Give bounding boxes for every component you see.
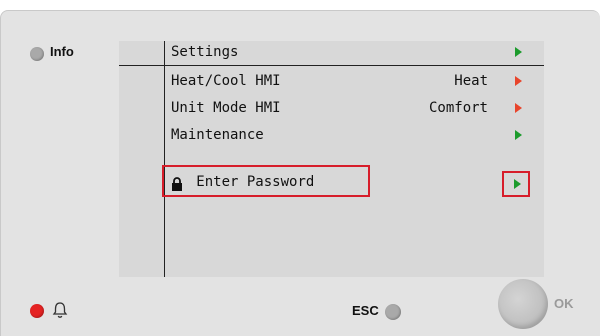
menu-item-value: Comfort (428, 100, 488, 116)
menu-item-label: Unit Mode HMI (171, 100, 281, 116)
ok-knob[interactable] (498, 279, 548, 329)
hmi-panel: Info Settings Heat/Cool HMI Heat Unit Mo… (0, 10, 600, 336)
info-button[interactable] (30, 47, 44, 61)
enter-password-text: Enter Password (196, 174, 315, 190)
enter-password-arrow-button[interactable] (502, 171, 530, 197)
ok-label: OK (554, 296, 574, 311)
screen-divider-horizontal (119, 65, 544, 66)
menu-title: Settings (171, 44, 239, 60)
bell-icon[interactable] (52, 301, 68, 319)
info-label: Info (50, 44, 74, 59)
menu-title-row[interactable]: Settings (119, 41, 544, 63)
menu-item-label: Maintenance (171, 127, 264, 143)
enter-password-label: Enter Password (171, 174, 314, 190)
menu-item-heat-cool[interactable]: Heat/Cool HMI Heat (119, 70, 544, 92)
esc-button[interactable] (385, 304, 401, 320)
arrow-right-icon (515, 76, 522, 86)
arrow-right-icon (515, 130, 522, 140)
menu-item-maintenance[interactable]: Maintenance (119, 124, 544, 146)
esc-label: ESC (352, 303, 379, 318)
arrow-right-icon (515, 103, 522, 113)
alarm-led (30, 304, 44, 318)
display-screen: Settings Heat/Cool HMI Heat Unit Mode HM… (119, 41, 544, 277)
arrow-right-icon (514, 179, 521, 189)
menu-item-value: Heat (454, 73, 488, 89)
menu-item-label: Heat/Cool HMI (171, 73, 281, 89)
menu-item-unit-mode[interactable]: Unit Mode HMI Comfort (119, 97, 544, 119)
arrow-right-icon (515, 47, 522, 57)
